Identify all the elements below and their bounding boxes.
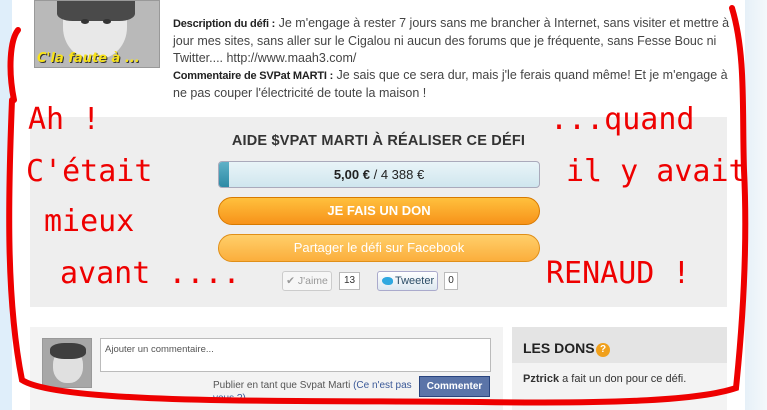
submit-comment-button[interactable]: Commenter bbox=[419, 376, 490, 397]
annotation-mieux: mieux bbox=[44, 204, 135, 239]
like-label: J'aime bbox=[297, 275, 328, 287]
progress-label: 5,00 € / 4 388 € bbox=[219, 162, 539, 187]
donor-name[interactable]: Pztrick bbox=[523, 373, 559, 385]
defi-description-block: Description du défi : Je m'engage à rest… bbox=[173, 15, 733, 102]
avatar-eye bbox=[81, 19, 89, 24]
share-facebook-button[interactable]: Partager le défi sur Facebook bbox=[218, 234, 540, 262]
donation-progress-bar: 5,00 € / 4 388 € bbox=[218, 161, 540, 188]
defi-avatar-image: C'la faute à ... bbox=[34, 0, 160, 68]
annotation-avant: avant .... bbox=[60, 256, 241, 291]
raised-amount: 5,00 € bbox=[333, 167, 370, 182]
commenter-avatar bbox=[42, 338, 92, 388]
annotation-il-y-avait: il y avait bbox=[566, 154, 747, 189]
don-entry: Pztrick a fait un don pour ce défi. bbox=[523, 373, 713, 386]
publish-as-text: Publier en tant que Svpat Marti (Ce n'es… bbox=[213, 379, 418, 405]
twitter-bird-icon bbox=[382, 277, 393, 285]
progress-separator: / bbox=[369, 167, 381, 182]
annotation-renaud: RENAUD ! bbox=[546, 256, 691, 291]
right-page-edge bbox=[745, 0, 767, 410]
donate-button[interactable]: JE FAIS UN DON bbox=[218, 197, 540, 225]
annotation-quand: ...quand bbox=[550, 102, 695, 137]
avatar-hair bbox=[57, 1, 135, 21]
help-icon[interactable]: ? bbox=[596, 343, 610, 357]
tweet-button[interactable]: Tweeter bbox=[377, 271, 438, 291]
like-count: 13 bbox=[339, 272, 360, 290]
comment-label: Commentaire de SVPat MARTI : bbox=[173, 70, 334, 82]
dons-title: LES DONS bbox=[523, 340, 595, 356]
goal-amount: 4 388 € bbox=[380, 167, 425, 182]
annotation-cetait: C'était bbox=[26, 154, 153, 189]
avatar-eye bbox=[103, 19, 111, 24]
left-page-edge bbox=[0, 0, 12, 410]
publish-prefix: Publier en tant que Svpat Marti bbox=[213, 380, 354, 391]
comment-input[interactable]: Ajouter un commentaire... bbox=[100, 338, 491, 372]
check-icon: ✔ bbox=[286, 275, 295, 287]
avatar-caption: C'la faute à ... bbox=[37, 51, 140, 66]
annotation-ah: Ah ! bbox=[28, 102, 101, 137]
avatar-hair bbox=[50, 343, 86, 359]
tweet-count: 0 bbox=[444, 272, 458, 290]
don-entry-text: a fait un don pour ce défi. bbox=[559, 373, 687, 385]
description-label: Description du défi : bbox=[173, 18, 276, 30]
like-button[interactable]: ✔ J'aime bbox=[282, 271, 332, 291]
tweet-label: Tweeter bbox=[395, 275, 435, 287]
